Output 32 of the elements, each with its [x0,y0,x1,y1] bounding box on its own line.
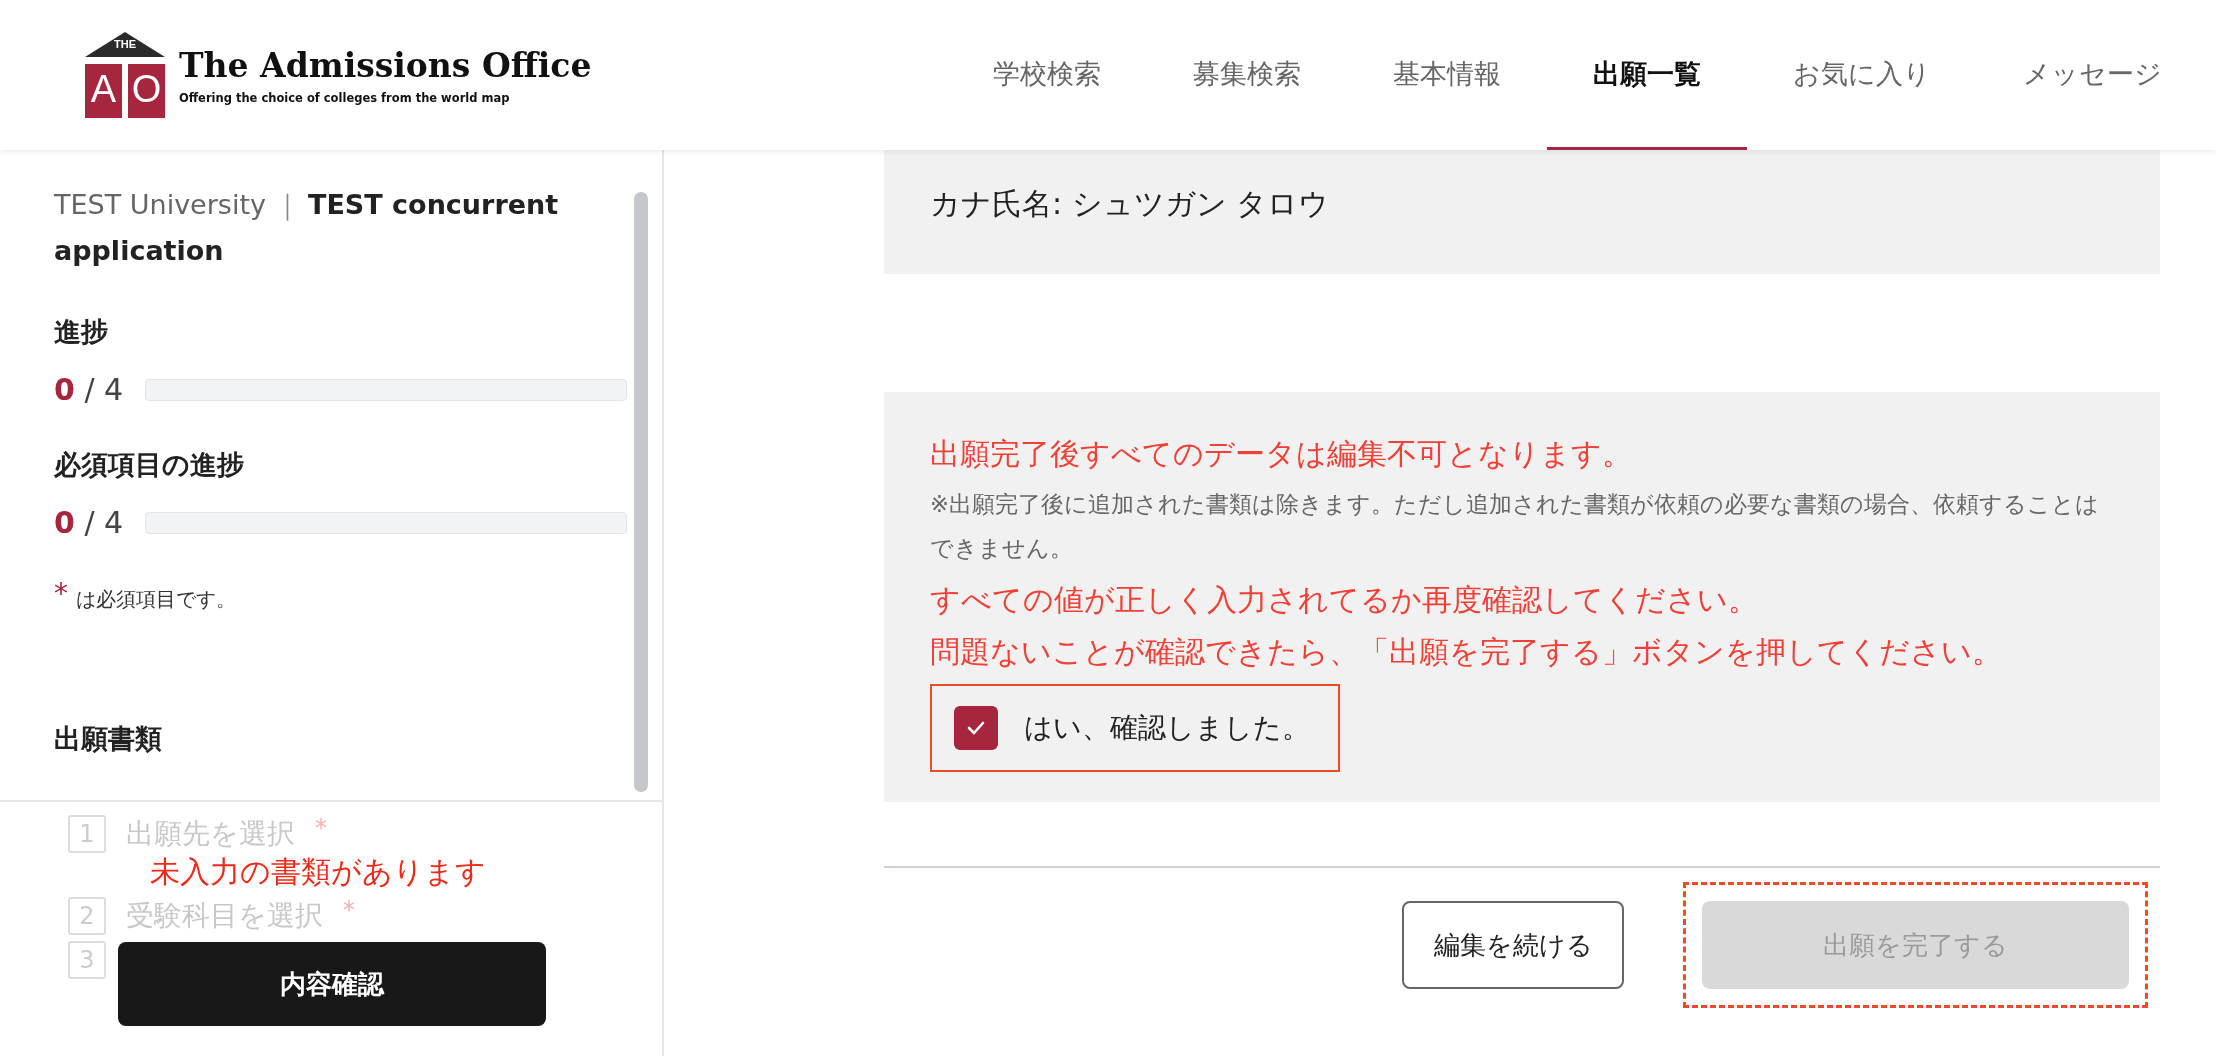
logo-letter: O [130,68,163,111]
nav-tab[interactable]: お気に入り [1747,0,1977,150]
progress-label: 進捗 [54,315,109,349]
required-mark: * [54,580,68,608]
error-message: 未入力の書類があります [150,854,487,890]
logo-icon [85,32,165,118]
progress-count: 0 / 4 [54,505,124,540]
progress-count: 0 / 4 [54,372,124,407]
application-title: TEST University ｜ TEST concurrent application [54,188,560,268]
confirmation-checkbox[interactable]: はい、確認しました。 [930,684,1340,772]
checkbox[interactable] [954,706,998,750]
nav-tab[interactable]: 基本情報 [1347,0,1547,150]
nav-tab[interactable]: 学校検索 [947,0,1147,150]
applicant-info: カナ氏名: シュツガン タロウ [930,185,1331,223]
brand-name: The Admissions Office [179,45,592,85]
progress-label: 必須項目の進捗 [54,448,245,482]
section-title: 出願書類 [54,722,163,756]
logo-letter: A [89,68,118,111]
warning-note: ※出願完了後に追加された書類は除きます。ただし追加された書類が依頼の必要な書類の場合、依頼することはできません。 [930,490,2100,563]
warning-text: すべての値が正しく入力されてるか再度確認してください。 [930,581,1759,619]
scrollbar[interactable] [634,192,648,792]
required-note: は必須項目です。 [76,586,236,613]
tagline: Offering the choice of colleges from the world map [179,90,511,105]
required-mark: * [315,814,327,842]
nav-tab[interactable]: メッセージ [1977,0,2208,150]
confirm-button[interactable]: 内容確認 [118,942,546,1026]
required-mark: * [343,896,355,924]
nav-tab[interactable]: 募集検索 [1147,0,1347,150]
warning-heading: 出願完了後すべてのデータは編集不可となります。 [930,435,1633,473]
warning-text: 問題ないことが確認できたら、「出願を完了する」ボタンを押してください。 [930,633,2003,671]
logo-text: THE [113,38,137,50]
edit-button[interactable]: 編集を続ける [1402,901,1624,989]
